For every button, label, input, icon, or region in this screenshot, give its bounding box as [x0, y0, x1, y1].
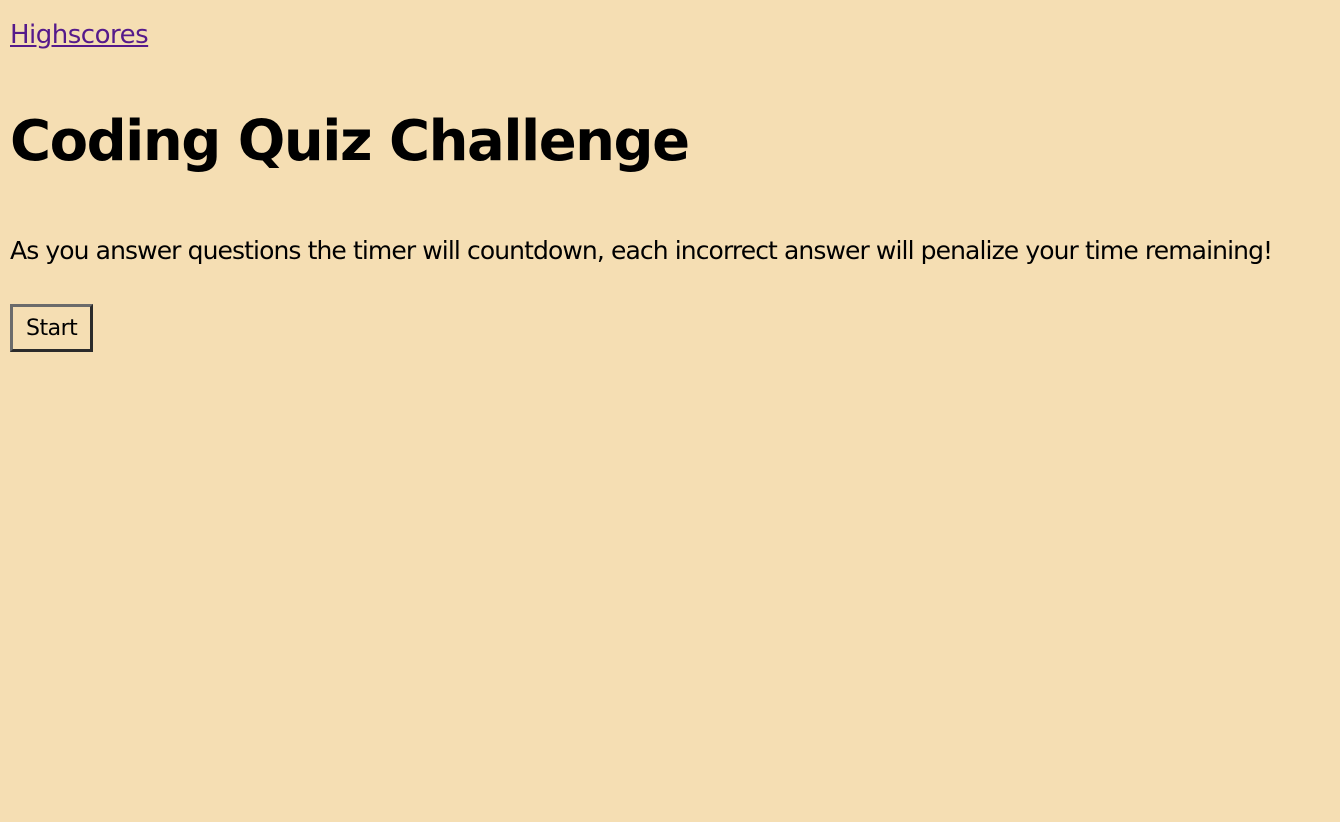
page-title: Coding Quiz Challenge	[10, 109, 690, 174]
quiz-instructions: As you answer questions the timer will c…	[10, 236, 1273, 265]
highscores-link[interactable]: Highscores	[10, 18, 149, 52]
start-button[interactable]: Start	[10, 304, 94, 352]
